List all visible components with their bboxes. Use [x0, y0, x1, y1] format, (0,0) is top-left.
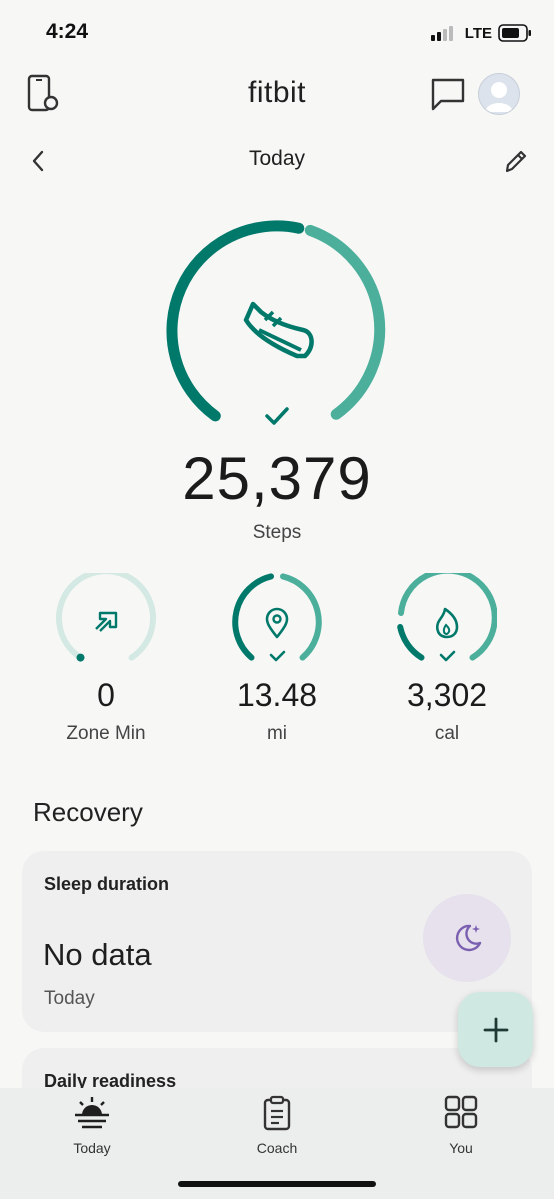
messages-button[interactable]: [430, 77, 466, 116]
tab-today-label: Today: [73, 1140, 111, 1156]
steps-value: 25,379: [182, 445, 372, 512]
tab-you-label: You: [449, 1140, 473, 1156]
distance-label: mi: [266, 723, 288, 744]
sleep-card-title: Sleep duration: [44, 874, 170, 894]
zone-min-label: Zone Min: [66, 723, 146, 744]
tab-you[interactable]: You: [401, 1095, 521, 1156]
avatar[interactable]: [478, 73, 520, 115]
sleep-card-subtitle: Today: [44, 988, 95, 1009]
status-indicators: LTE: [430, 24, 532, 42]
clipboard-icon: [263, 1095, 291, 1131]
battery-icon: [498, 24, 531, 42]
zone-min-value: 0: [97, 677, 115, 713]
steps-ring-overflow: [304, 224, 386, 420]
network-type: LTE: [464, 24, 492, 42]
location-pin-icon: [265, 607, 289, 639]
flame-icon: [435, 607, 459, 639]
shoe-icon: [243, 301, 314, 359]
calories-value: 3,302: [406, 677, 488, 713]
pencil-icon: [505, 150, 527, 173]
recovery-title: Recovery: [33, 797, 143, 827]
tab-today[interactable]: Today: [32, 1095, 152, 1156]
app-title: fitbit: [247, 76, 307, 109]
calories-check-icon: [439, 650, 456, 662]
plus-icon: [483, 1017, 508, 1042]
moon-stars-icon: [455, 924, 482, 952]
home-indicator[interactable]: [178, 1181, 376, 1187]
signal-icon: [430, 26, 453, 41]
status-time: 4:24: [46, 20, 89, 43]
distance-ring[interactable]: [227, 573, 327, 678]
steps-ring-progress: [166, 220, 305, 422]
avatar-icon: [485, 82, 513, 112]
zone-min-ring[interactable]: [56, 568, 156, 678]
grid-icon: [444, 1095, 478, 1129]
calories-label: cal: [434, 723, 460, 744]
distance-value: 13.48: [236, 677, 318, 713]
add-button[interactable]: [458, 992, 533, 1067]
tab-coach-label: Coach: [256, 1140, 298, 1156]
edit-button[interactable]: [503, 147, 529, 180]
tab-coach[interactable]: Coach: [217, 1095, 337, 1156]
goal-check-icon: [265, 407, 289, 425]
sunrise-icon: [75, 1097, 109, 1129]
date-title: Today: [248, 147, 306, 170]
chat-bubble-icon: [431, 78, 465, 111]
distance-check-icon: [269, 650, 286, 662]
sleep-card-value: No data: [43, 937, 152, 972]
steps-label: Steps: [252, 522, 302, 543]
sleep-moon-button[interactable]: [423, 894, 511, 982]
calories-ring[interactable]: [397, 567, 498, 678]
zone-arrows-icon: [95, 611, 118, 632]
